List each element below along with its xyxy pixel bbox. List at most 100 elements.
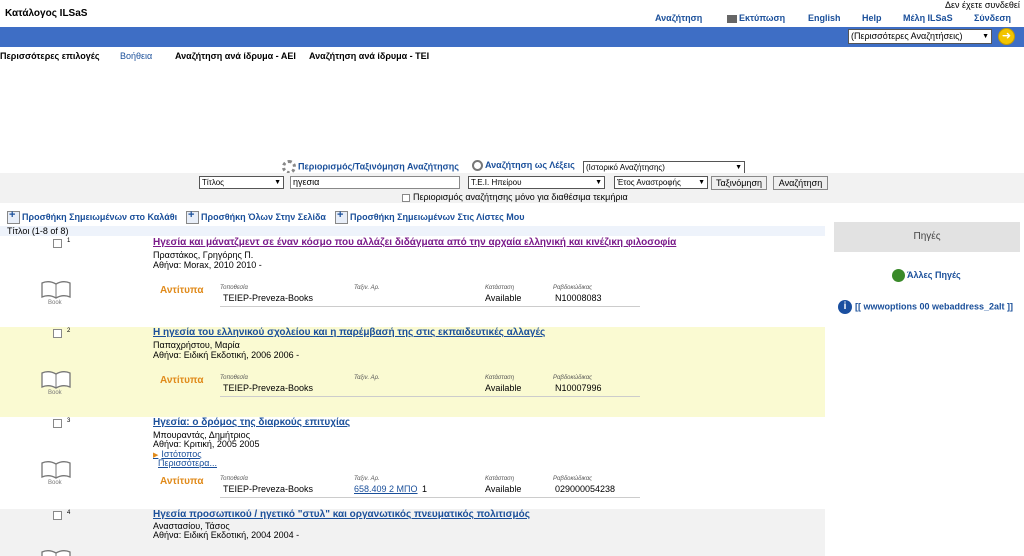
record-title-link[interactable]: Ηγεσία και μάνατζμεντ σε έναν κόσμο που … (153, 237, 676, 248)
more-link[interactable]: Περισσότερα... (158, 458, 217, 468)
copies-heading: Αντίτυπα (160, 375, 204, 386)
holding-barcode: 029000054238 (555, 484, 616, 494)
holding-barcode: N10007996 (555, 383, 602, 393)
material-type-label: Book (48, 300, 62, 306)
sort-select[interactable]: Έτος Αναστροφής (614, 176, 708, 189)
holding-status: Available (485, 293, 522, 303)
more-options-link[interactable]: Περισσότερες επιλογές (0, 51, 100, 61)
nav-search-link[interactable]: Αναζήτηση (655, 13, 702, 23)
nav-print-link[interactable]: Εκτύπωση (727, 13, 785, 23)
available-only-option[interactable]: Περιορισμός αναζήτησης μόνο για διαθέσιμ… (402, 192, 628, 202)
material-type-label: Book (48, 390, 62, 396)
holdings-header-status: Κατάσταση (485, 375, 515, 381)
search-query-input[interactable]: ηγεσια (290, 176, 460, 189)
holding-copies-count: 1 (422, 484, 428, 494)
sources-sidebar: Πηγές Άλλες Πηγές i[[ wwwoptions 00 weba… (834, 222, 1020, 556)
result-record-1: 1 Ηγεσία και μάνατζμεντ σε έναν κόσμο πο… (0, 237, 825, 327)
record-title-link[interactable]: Ηγεσία προσωπικού / ηγετικό "στυλ" και ο… (153, 509, 530, 520)
app-title: Κατάλογος ILSaS (5, 8, 88, 19)
go-button[interactable]: ➜ (998, 28, 1015, 45)
book-icon (41, 461, 71, 479)
record-checkbox[interactable] (53, 511, 62, 520)
holdings-table: Τοποθεσία Ταξιν. Αρ. Κατάσταση Ραβδοκώδι… (220, 476, 640, 498)
holding-location: TEIEP-Preveza-Books (223, 383, 314, 393)
record-title-link[interactable]: Ηγεσία: ο δρόμος της διαρκούς επιτυχίας (153, 417, 350, 428)
words-search-link[interactable]: Αναζήτηση ως Λέξεις (472, 160, 575, 172)
limit-sort-label: Περιορισμός/Ταξινόμηση Αναζήτησης (298, 161, 459, 172)
record-checkbox[interactable] (53, 419, 62, 428)
limit-sort-link[interactable]: Περιορισμός/Ταξινόμηση Αναζήτησης (282, 160, 459, 174)
record-number: 2 (67, 328, 71, 334)
nav-english-link[interactable]: English (808, 13, 841, 23)
sort-button[interactable]: Ταξινόμηση (711, 176, 767, 190)
record-checkbox[interactable] (53, 239, 62, 248)
library-select[interactable]: Τ.Ε.Ι. Ηπείρου (468, 176, 605, 189)
search-bar: Τίτλος ηγεσια Τ.Ε.Ι. Ηπείρου Έτος Αναστρ… (0, 173, 1024, 203)
holdings-table: Τοποθεσία Ταξιν. Αρ. Κατάσταση Ραβδοκώδι… (220, 285, 640, 307)
other-sources-label: Άλλες Πηγές (907, 269, 961, 280)
more-searches-select[interactable]: (Περισσότερες Αναζητήσεις) (848, 29, 992, 44)
book-icon (41, 550, 71, 556)
add-marked-to-lists-label: Προσθήκη Σημειωμένων Στις Λίστες Μου (350, 211, 525, 222)
available-only-checkbox[interactable] (402, 193, 410, 202)
add-marked-to-lists-link[interactable]: Προσθήκη Σημειωμένων Στις Λίστες Μου (335, 209, 525, 224)
record-publication: Αθήνα: Morax, 2010 2010 - (153, 260, 262, 270)
add-all-on-page-link[interactable]: Προσθήκη Όλων Στην Σελίδα (186, 209, 326, 224)
holding-status: Available (485, 484, 522, 494)
record-publication: Αθήνα: Ειδική Εκδοτική, 2004 2004 - (153, 530, 300, 540)
holdings-header-barcode: Ραβδοκώδικας (553, 375, 593, 381)
globe-icon (892, 269, 905, 282)
holdings-header-call-number: Ταξιν. Αρ. (354, 375, 380, 381)
search-button[interactable]: Αναζήτηση (773, 176, 828, 190)
holdings-header-call-number: Ταξιν. Αρ. (354, 476, 380, 482)
holdings-header-call-number: Ταξιν. Αρ. (354, 285, 380, 291)
add-all-on-page-label: Προσθήκη Όλων Στην Σελίδα (201, 211, 326, 222)
add-to-cart-icon (7, 209, 20, 224)
nav-help-link[interactable]: Help (862, 13, 882, 23)
nav-members-link[interactable]: Μέλη ILSaS (903, 13, 953, 23)
record-number: 3 (67, 418, 71, 424)
holding-call-number-link[interactable]: 658.409 2 ΜΠΟ (354, 484, 418, 494)
holdings-header-status: Κατάσταση (485, 476, 515, 482)
record-checkbox[interactable] (53, 329, 62, 338)
info-icon: i (838, 300, 852, 314)
add-marked-to-cart-label: Προσθήκη Σημειωμένων στο Καλάθι (22, 211, 178, 222)
search-icon (472, 160, 483, 172)
search-type-bar: (Περισσότερες Αναζητήσεις) ➜ (0, 27, 1024, 47)
result-record-3: 3 Ηγεσία: ο δρόμος της διαρκούς επιτυχία… (0, 417, 825, 509)
record-author: Παπαχρήστου, Μαρία (153, 340, 240, 350)
nav-login-link[interactable]: Σύνδεση (974, 13, 1011, 23)
holding-location: TEIEP-Preveza-Books (223, 484, 314, 494)
result-record-4: 4 Ηγεσία προσωπικού / ηγετικό "στυλ" και… (0, 509, 825, 556)
copies-heading: Αντίτυπα (160, 285, 204, 296)
web-options-label: [[ wwwoptions 00 webaddress_2alt ]] (855, 301, 1014, 312)
arrow-right-icon: ➜ (1001, 30, 1012, 42)
top-header: Κατάλογος ILSaS Δεν έχετε συνδεθεί Αναζή… (0, 0, 1024, 26)
subnav-help-link[interactable]: Βοήθεια (120, 51, 152, 61)
holdings-header-barcode: Ραβδοκώδικας (553, 285, 593, 291)
printer-icon (727, 14, 737, 23)
gear-icon (282, 160, 296, 174)
web-options-link[interactable]: i[[ wwwoptions 00 webaddress_2alt ]] (838, 300, 1013, 314)
search-by-institution-tei-link[interactable]: Αναζήτηση ανά ίδρυμα - ΤΕΙ (309, 51, 429, 61)
record-title-link[interactable]: Η ηγεσία του ελληνικού σχολείου και η πα… (153, 327, 545, 338)
record-number: 1 (67, 238, 71, 244)
holding-location: TEIEP-Preveza-Books (223, 293, 314, 303)
holdings-header-location: Τοποθεσία (220, 285, 248, 291)
add-marked-to-cart-link[interactable]: Προσθήκη Σημειωμένων στο Καλάθι (7, 209, 178, 224)
result-record-2: 2 Η ηγεσία του ελληνικού σχολείου και η … (0, 327, 825, 417)
sidebar-heading: Πηγές (834, 222, 1020, 252)
record-publication: Αθήνα: Ειδική Εκδοτική, 2006 2006 - (153, 350, 300, 360)
search-by-institution-aei-link[interactable]: Αναζήτηση ανά ίδρυμα - ΑΕΙ (175, 51, 296, 61)
other-sources-link[interactable]: Άλλες Πηγές (892, 269, 961, 282)
record-number: 4 (67, 510, 71, 516)
copies-heading: Αντίτυπα (160, 476, 204, 487)
holdings-table: Τοποθεσία Ταξιν. Αρ. Κατάσταση Ραβδοκώδι… (220, 375, 640, 397)
holding-barcode: N10008083 (555, 293, 602, 303)
words-search-label: Αναζήτηση ως Λέξεις (485, 160, 575, 170)
search-field-select[interactable]: Τίτλος (199, 176, 284, 189)
book-icon (41, 281, 71, 299)
material-type-label: Book (48, 480, 62, 486)
nav-print-label: Εκτύπωση (739, 13, 786, 23)
holdings-header-location: Τοποθεσία (220, 476, 248, 482)
